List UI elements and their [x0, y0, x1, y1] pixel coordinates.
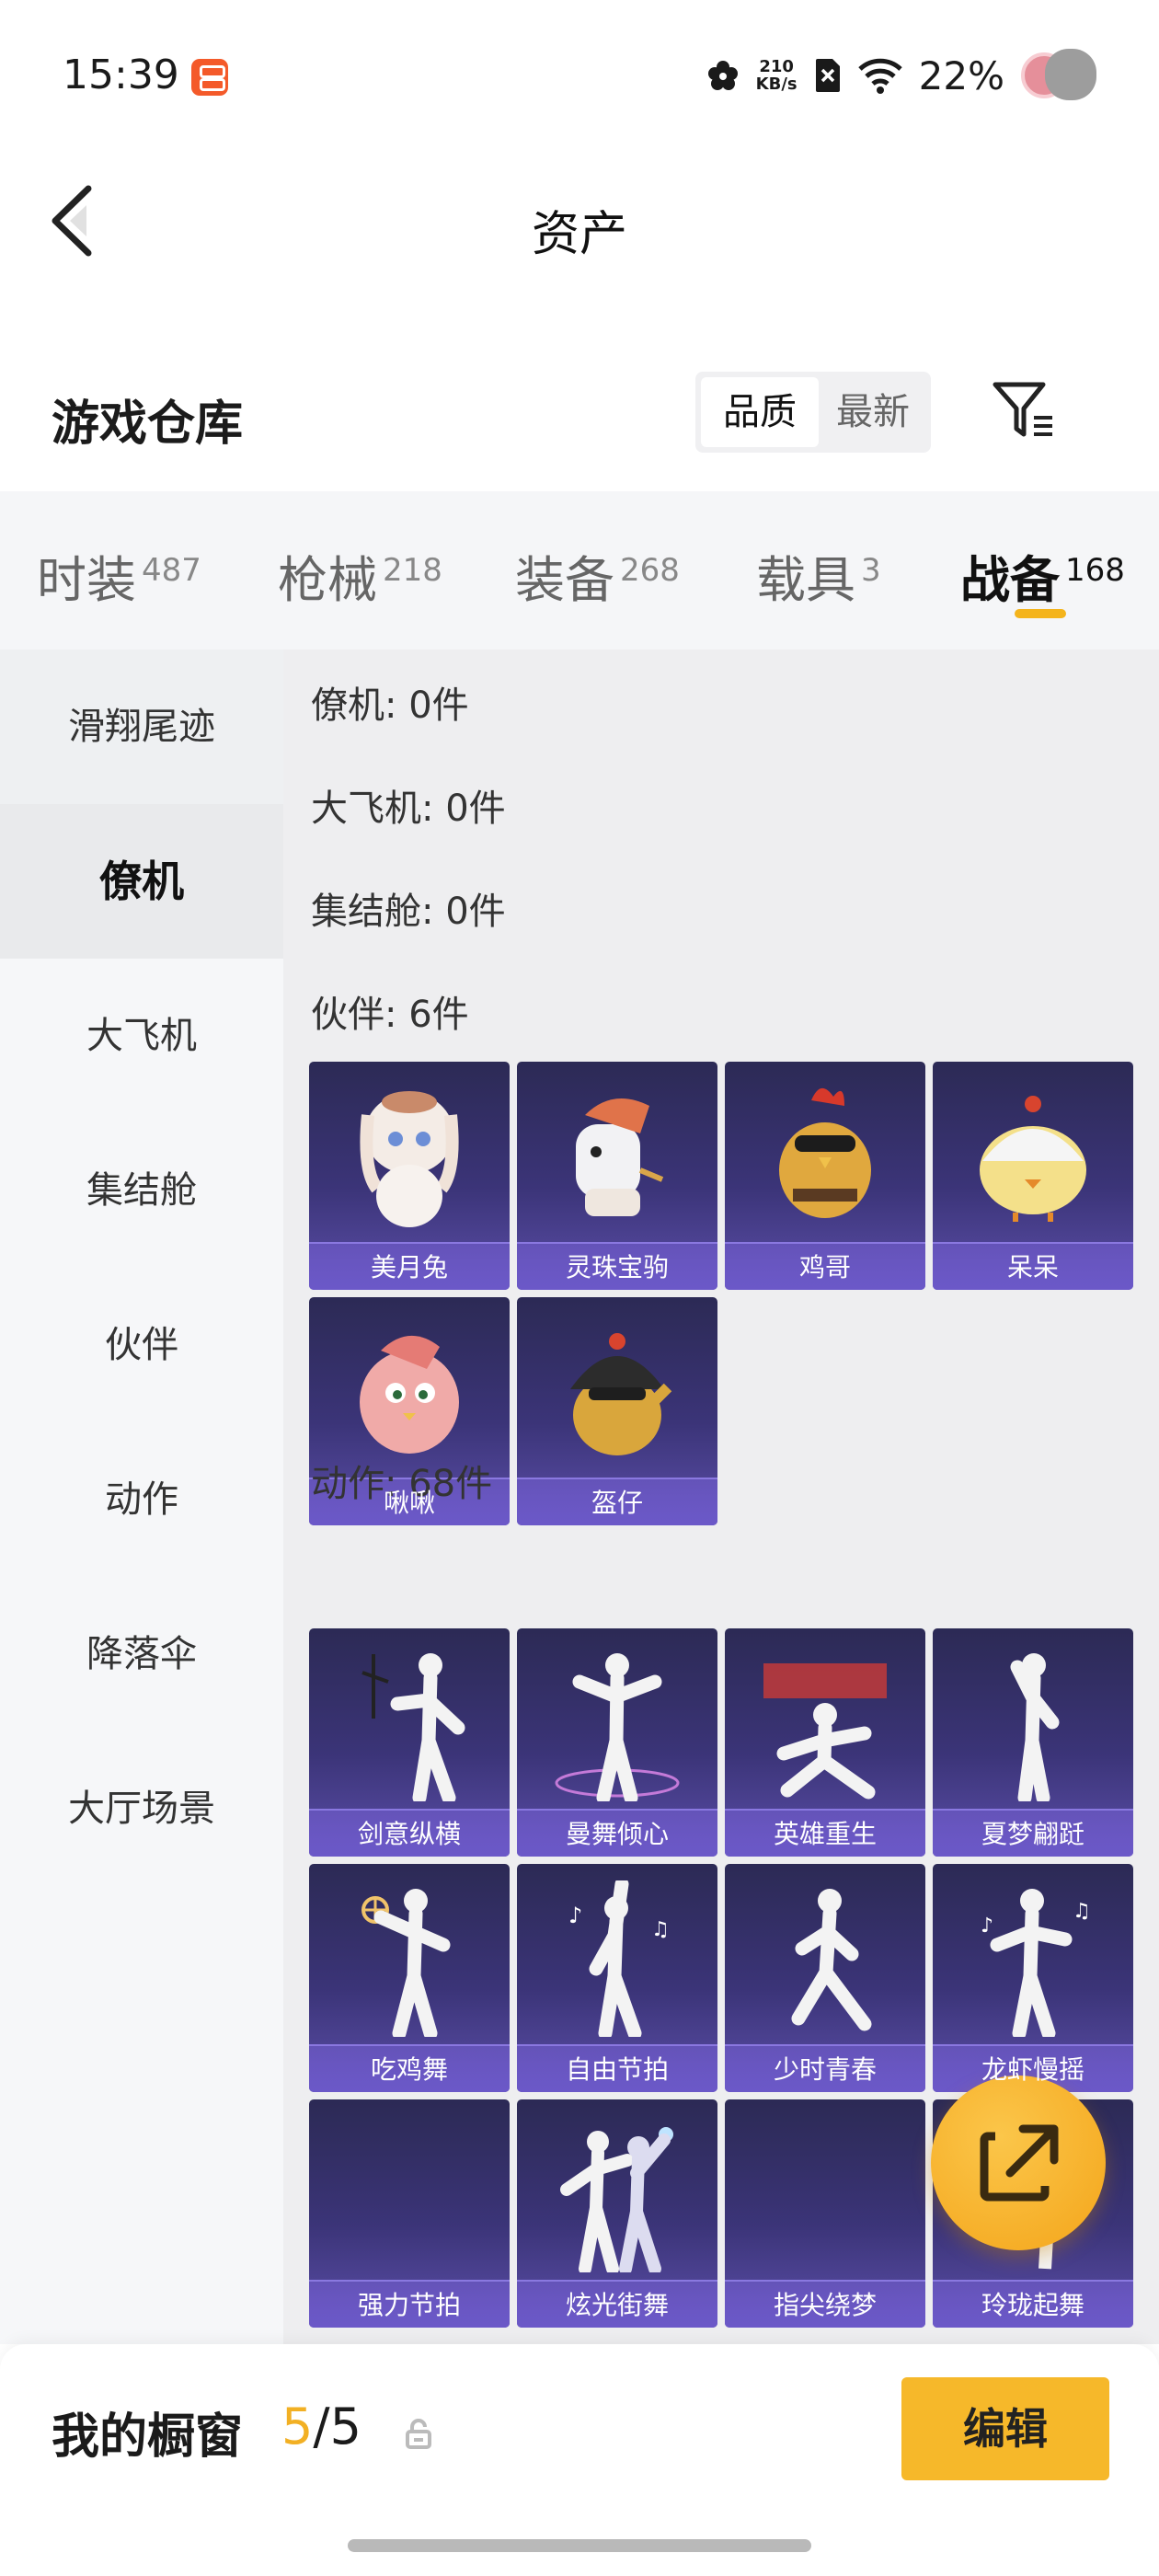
- item-card[interactable]: 剑意纵横: [309, 1628, 510, 1857]
- partner-horse-art: [576, 1098, 664, 1216]
- section-wingman-label: 僚机: 0件: [311, 684, 469, 727]
- sidebar-item-pod[interactable]: 集结舱: [0, 1113, 283, 1268]
- svg-text:♫: ♫: [1073, 1900, 1091, 1923]
- showcase-count: 5/5: [281, 2398, 361, 2455]
- showcase-title: 我的橱窗: [52, 2409, 244, 2465]
- lock-icon: [406, 2419, 431, 2449]
- partner-helmet-chick-art: [570, 1333, 672, 1455]
- emote-figure-art: [555, 1653, 680, 1801]
- emote-figure-art: [763, 1663, 887, 1800]
- item-card[interactable]: 呆呆: [933, 1062, 1133, 1290]
- item-card[interactable]: 美月兔: [309, 1062, 510, 1290]
- svg-text:♪: ♪: [981, 1915, 993, 1938]
- sidebar-item-emote[interactable]: 动作: [0, 1422, 283, 1577]
- item-card[interactable]: 炫光街舞: [517, 2099, 717, 2328]
- sim-off-icon: [815, 59, 840, 92]
- share-external-icon: [980, 2124, 1059, 2202]
- warehouse-title: 游戏仓库: [52, 397, 244, 452]
- emote-figure-art: ♪♫: [981, 1889, 1091, 2037]
- sidebar: 滑翔尾迹 僚机 大飞机 集结舱 伙伴 动作 降落伞 大厅场景: [0, 650, 283, 2344]
- share-button[interactable]: [931, 2076, 1106, 2250]
- emote-figure-art: [1010, 1653, 1060, 1801]
- item-card[interactable]: 曼舞倾心: [517, 1628, 717, 1857]
- tab-guns[interactable]: 枪械 218: [278, 539, 442, 612]
- wifi-icon: [857, 58, 902, 94]
- app-icon: [191, 59, 228, 96]
- page-title: 资产: [531, 207, 627, 262]
- item-card[interactable]: 吃鸡舞: [309, 1864, 510, 2092]
- section-big-plane-label: 大飞机: 0件: [311, 788, 506, 830]
- category-tabs: 时装 487 枪械 218 装备 268 载具 3 战备 168: [0, 491, 1159, 650]
- sidebar-item-parachute[interactable]: 降落伞: [0, 1577, 283, 1731]
- edit-button[interactable]: 编辑: [901, 2377, 1109, 2480]
- net-speed: 210 KB/s: [755, 57, 798, 94]
- tab-vehicles[interactable]: 载具 3: [756, 539, 881, 612]
- item-card[interactable]: 强力节拍: [309, 2099, 510, 2328]
- sidebar-item-lobby-scene[interactable]: 大厅场景: [0, 1731, 283, 1886]
- partner-chicken-art: [779, 1087, 871, 1218]
- item-card[interactable]: ♪ ♫ 龙虾慢摇: [933, 1864, 1133, 2092]
- emote-figure-art: ♪♫: [568, 1880, 670, 2037]
- tab-fashion[interactable]: 时装 487: [37, 539, 201, 612]
- tab-equipment[interactable]: 装备 268: [515, 539, 680, 612]
- status-bar: 15:39 210 KB/s 22%: [0, 0, 1159, 147]
- emote-figure-art: [560, 2127, 673, 2272]
- status-time: 15:39: [63, 52, 179, 98]
- item-card[interactable]: 夏梦翩跹: [933, 1628, 1133, 1857]
- sidebar-item-wingman[interactable]: 僚机: [0, 804, 283, 959]
- item-card[interactable]: ♪ ♫ 自由节拍: [517, 1864, 717, 2092]
- filter-icon[interactable]: [990, 377, 1058, 445]
- item-card[interactable]: 鸡哥: [725, 1062, 925, 1290]
- emote-figure-art: [361, 1653, 465, 1801]
- active-tab-indicator: [1015, 609, 1066, 618]
- home-indicator[interactable]: [348, 2539, 811, 2552]
- item-card[interactable]: 盔仔: [517, 1297, 717, 1525]
- showcase-bar: 我的橱窗 5/5 编辑: [0, 2344, 1159, 2576]
- flower-icon: [707, 61, 738, 90]
- partner-rabbit-art: [360, 1091, 459, 1227]
- section-partner-label: 伙伴: 6件: [311, 994, 469, 1036]
- svg-text:♫: ♫: [651, 1918, 670, 1941]
- emote-figure-art: [791, 1889, 872, 2031]
- sort-toggle[interactable]: 品质 最新: [695, 372, 931, 453]
- section-pod-label: 集结舱: 0件: [311, 891, 506, 933]
- svg-text:♪: ♪: [568, 1903, 582, 1928]
- emote-figure-art: [361, 1889, 451, 2037]
- avatar[interactable]: [1021, 49, 1096, 102]
- sort-quality-option[interactable]: 品质: [701, 377, 819, 447]
- battery-level: 22%: [918, 52, 1004, 98]
- item-card[interactable]: 英雄重生: [725, 1628, 925, 1857]
- partner-chick-art: [980, 1096, 1086, 1222]
- item-card[interactable]: 灵珠宝驹: [517, 1062, 717, 1290]
- item-card[interactable]: 指尖绕梦: [725, 2099, 925, 2328]
- tab-combat-gear[interactable]: 战备 168: [960, 539, 1125, 612]
- sidebar-item-glide-trail[interactable]: 滑翔尾迹: [0, 650, 283, 804]
- item-card[interactable]: 啾啾: [309, 1297, 510, 1525]
- sidebar-item-partner[interactable]: 伙伴: [0, 1268, 283, 1422]
- item-card[interactable]: 少时青春: [725, 1864, 925, 2092]
- sort-latest-option[interactable]: 最新: [820, 377, 925, 447]
- partner-bird-art: [360, 1335, 459, 1454]
- sidebar-item-big-plane[interactable]: 大飞机: [0, 959, 283, 1113]
